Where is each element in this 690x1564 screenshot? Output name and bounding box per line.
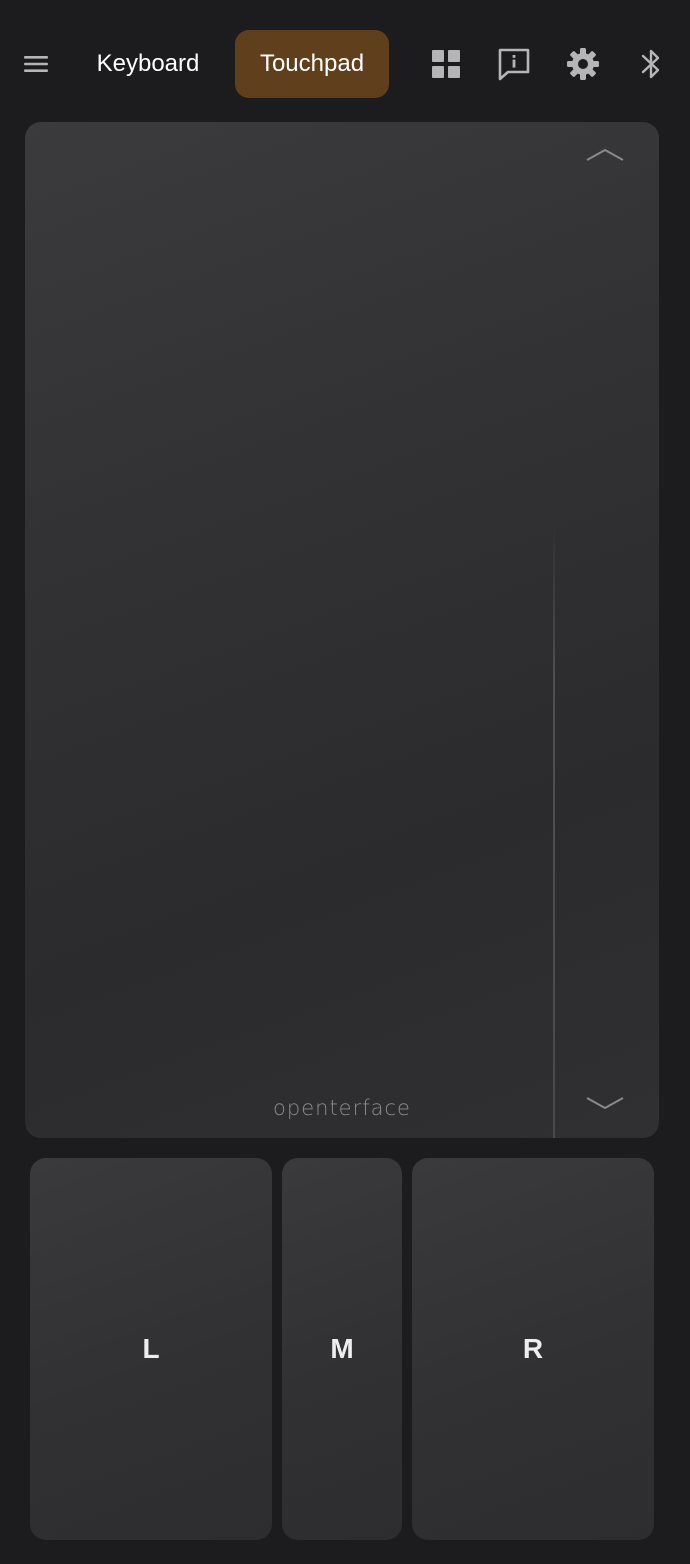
menu-icon [24, 56, 48, 72]
touchpad-app: Keyboard Touchpad openterface L M R [0, 0, 690, 1564]
menu-button[interactable] [14, 44, 58, 84]
settings-gear-icon [567, 48, 599, 80]
touchpad-surface[interactable]: openterface [25, 122, 659, 1138]
bluetooth-icon [641, 49, 660, 79]
middle-mouse-button[interactable]: M [282, 1158, 402, 1540]
bluetooth-button[interactable] [629, 42, 673, 86]
layout-grid-icon [432, 50, 460, 78]
layout-button[interactable] [424, 42, 468, 86]
info-feedback-icon [498, 48, 530, 81]
brand-logo: openterface [273, 1096, 411, 1120]
feedback-button[interactable] [492, 42, 536, 86]
tab-keyboard[interactable]: Keyboard [80, 30, 216, 98]
tab-touchpad[interactable]: Touchpad [235, 30, 389, 98]
right-mouse-button[interactable]: R [412, 1158, 654, 1540]
scroll-strip[interactable] [553, 522, 555, 1138]
top-bar: Keyboard Touchpad [0, 0, 690, 122]
settings-button[interactable] [561, 42, 605, 86]
scroll-up-button[interactable] [583, 142, 627, 168]
chevron-up-icon [586, 148, 624, 161]
left-mouse-button[interactable]: L [30, 1158, 272, 1540]
